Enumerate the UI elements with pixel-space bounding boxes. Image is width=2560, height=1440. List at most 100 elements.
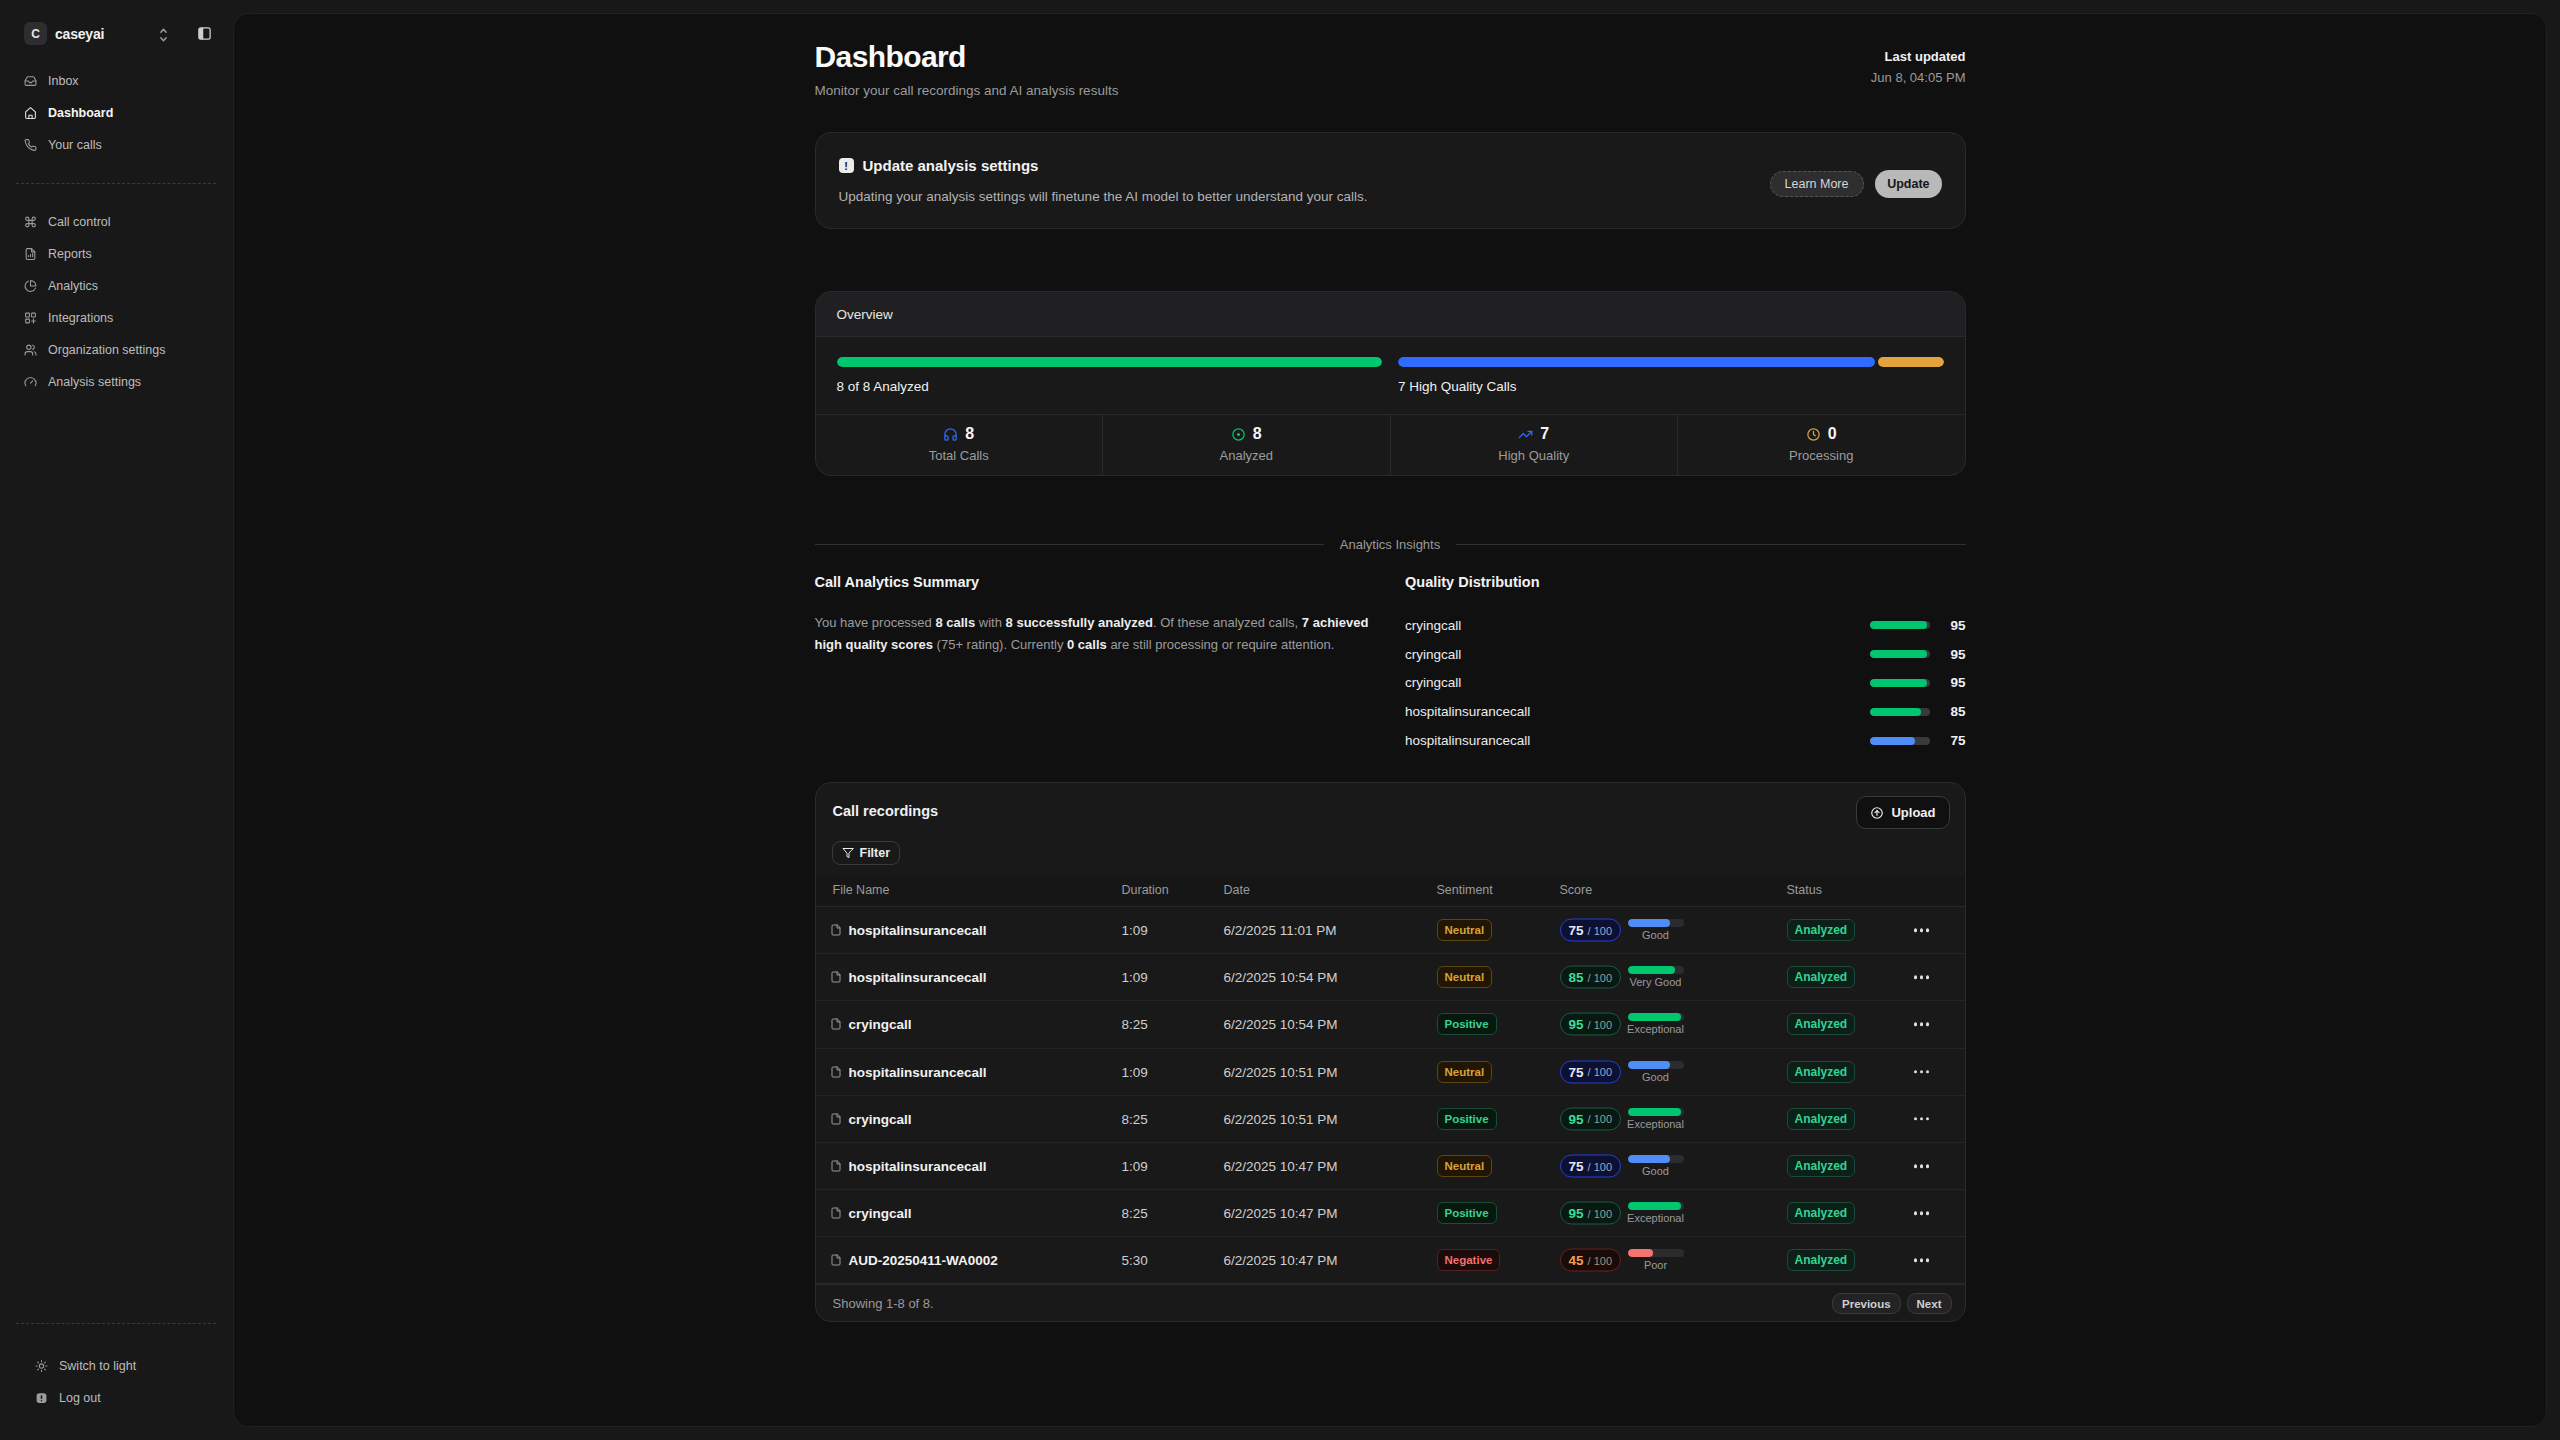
- status-badge: Analyzed: [1787, 966, 1856, 988]
- score-bar: Exceptional: [1625, 1013, 1687, 1035]
- quality-bar: [1870, 708, 1930, 716]
- chevrons-up-down-icon: [158, 27, 169, 43]
- phone-icon: [24, 139, 37, 152]
- sidebar-item-reports[interactable]: Reports: [0, 238, 233, 270]
- analytics-insights-divider: Analytics Insights: [815, 536, 1966, 552]
- file-icon: [830, 1254, 842, 1266]
- quality-bar: [1870, 679, 1930, 687]
- row-menu-button[interactable]: [1910, 1017, 1934, 1033]
- status-badge: Analyzed: [1787, 1108, 1856, 1130]
- row-menu-button[interactable]: [1910, 970, 1934, 986]
- inbox-icon: [24, 75, 37, 88]
- stat-analyzed: 8 Analyzed: [1102, 415, 1390, 475]
- sentiment-badge: Neutral: [1437, 1155, 1493, 1177]
- upload-button[interactable]: Upload: [1856, 796, 1949, 829]
- sidebar-item-your-calls[interactable]: Your calls: [0, 129, 233, 161]
- score-badge: 95/ 100: [1560, 1107, 1622, 1130]
- table-row[interactable]: cryingcall 8:25 6/2/2025 10:54 PM Positi…: [816, 1001, 1965, 1048]
- sentiment-badge: Positive: [1437, 1108, 1497, 1130]
- row-menu-button[interactable]: [1910, 1064, 1934, 1080]
- pie-chart-icon: [24, 280, 37, 293]
- table-row[interactable]: AUD-20250411-WA0002 5:30 6/2/2025 10:47 …: [816, 1237, 1965, 1284]
- file-name: hospitalinsurancecall: [849, 923, 987, 938]
- main-panel: Dashboard Monitor your call recordings a…: [233, 13, 2547, 1427]
- row-menu-button[interactable]: [1910, 1111, 1934, 1127]
- table-row[interactable]: hospitalinsurancecall 1:09 6/2/2025 10:5…: [816, 1049, 1965, 1096]
- duration: 1:09: [1122, 1159, 1148, 1174]
- score-bar: Good: [1625, 1155, 1687, 1177]
- overview-card: Overview 8 of 8 Analyzed 7 High Quality …: [815, 291, 1966, 476]
- sidebar-item-analytics[interactable]: Analytics: [0, 270, 233, 302]
- stat-total-calls: 8 Total Calls: [816, 415, 1103, 475]
- row-menu-button[interactable]: [1910, 1205, 1934, 1221]
- quality-progress: 7 High Quality Calls: [1398, 357, 1944, 394]
- date: 6/2/2025 10:47 PM: [1224, 1206, 1338, 1221]
- status-badge: Analyzed: [1787, 1013, 1856, 1035]
- score-bar: Very Good: [1625, 966, 1687, 988]
- status-badge: Analyzed: [1787, 1155, 1856, 1177]
- row-menu-button[interactable]: [1910, 1158, 1934, 1174]
- call-recordings-card: Call recordings Upload Filter File Name …: [815, 782, 1966, 1322]
- score-bar: Exceptional: [1625, 1108, 1687, 1130]
- score-badge: 75/ 100: [1560, 1060, 1622, 1083]
- file-name: cryingcall: [849, 1111, 912, 1126]
- table-row[interactable]: cryingcall 8:25 6/2/2025 10:47 PM Positi…: [816, 1190, 1965, 1237]
- quality-distribution-item: cryingcall 95: [1405, 640, 1966, 669]
- date: 6/2/2025 10:51 PM: [1224, 1064, 1338, 1079]
- status-badge: Analyzed: [1787, 1202, 1856, 1224]
- sidebar: C caseyai Inbox Dashboard Your calls Cal…: [0, 0, 233, 1440]
- quality-progress-label: 7 High Quality Calls: [1398, 379, 1944, 394]
- update-button[interactable]: Update: [1875, 170, 1941, 198]
- status-badge: Analyzed: [1787, 919, 1856, 941]
- row-menu-button[interactable]: [1910, 922, 1934, 938]
- file-name: cryingcall: [849, 1206, 912, 1221]
- sidebar-item-inbox[interactable]: Inbox: [0, 65, 233, 97]
- next-button[interactable]: Next: [1907, 1293, 1952, 1314]
- table-footer: Showing 1-8 of 8. Previous Next: [816, 1283, 1965, 1321]
- home-icon: [24, 107, 37, 120]
- table-row[interactable]: cryingcall 8:25 6/2/2025 10:51 PM Positi…: [816, 1096, 1965, 1143]
- target-icon: [1231, 427, 1246, 442]
- sidebar-toggle-icon[interactable]: [197, 26, 212, 41]
- users-icon: [24, 344, 37, 357]
- stat-processing: 0 Processing: [1677, 415, 1965, 475]
- row-menu-button[interactable]: [1910, 1253, 1934, 1269]
- filter-button[interactable]: Filter: [832, 841, 901, 865]
- file-icon: [830, 1160, 842, 1172]
- sidebar-item-organization-settings[interactable]: Organization settings: [0, 334, 233, 366]
- score-badge: 85/ 100: [1560, 966, 1622, 989]
- learn-more-button[interactable]: Learn More: [1770, 171, 1864, 197]
- upload-icon: [1870, 806, 1884, 820]
- blocks-icon: [24, 312, 37, 325]
- sidebar-item-analysis-settings[interactable]: Analysis settings: [0, 366, 233, 398]
- file-icon: [830, 1113, 842, 1125]
- headphones-icon: [943, 427, 958, 442]
- gauge-icon: [24, 376, 37, 389]
- previous-button[interactable]: Previous: [1832, 1293, 1901, 1314]
- banner-description: Updating your analysis settings will fin…: [839, 189, 1368, 204]
- score-badge: 95/ 100: [1560, 1013, 1622, 1036]
- sidebar-nav-primary: Inbox Dashboard Your calls: [0, 65, 233, 161]
- update-settings-banner: ! Update analysis settings Updating your…: [815, 132, 1966, 229]
- workspace-switcher[interactable]: C caseyai: [0, 20, 233, 50]
- last-updated-value: Jun 8, 04:05 PM: [1871, 70, 1966, 85]
- score-badge: 45/ 100: [1560, 1249, 1622, 1272]
- sidebar-item-dashboard[interactable]: Dashboard: [0, 97, 233, 129]
- duration: 1:09: [1122, 1064, 1148, 1079]
- table-row[interactable]: hospitalinsurancecall 1:09 6/2/2025 10:4…: [816, 1143, 1965, 1190]
- sidebar-item-call-control[interactable]: Call control: [0, 206, 233, 238]
- sidebar-divider: [16, 183, 216, 184]
- table-row[interactable]: hospitalinsurancecall 1:09 6/2/2025 10:5…: [816, 954, 1965, 1001]
- date: 6/2/2025 11:01 PM: [1224, 923, 1337, 938]
- last-updated: Last updated Jun 8, 04:05 PM: [1871, 49, 1966, 85]
- sidebar-item-integrations[interactable]: Integrations: [0, 302, 233, 334]
- sentiment-badge: Neutral: [1437, 966, 1493, 988]
- duration: 8:25: [1122, 1017, 1148, 1032]
- sidebar-item-log-out[interactable]: Log out: [0, 1382, 233, 1414]
- file-chart-icon: [24, 248, 37, 261]
- workspace-avatar: C: [24, 22, 47, 45]
- duration: 8:25: [1122, 1111, 1148, 1126]
- date: 6/2/2025 10:47 PM: [1224, 1253, 1338, 1268]
- table-row[interactable]: hospitalinsurancecall 1:09 6/2/2025 11:0…: [816, 907, 1965, 954]
- sidebar-item-switch-to-light[interactable]: Switch to light: [0, 1350, 233, 1382]
